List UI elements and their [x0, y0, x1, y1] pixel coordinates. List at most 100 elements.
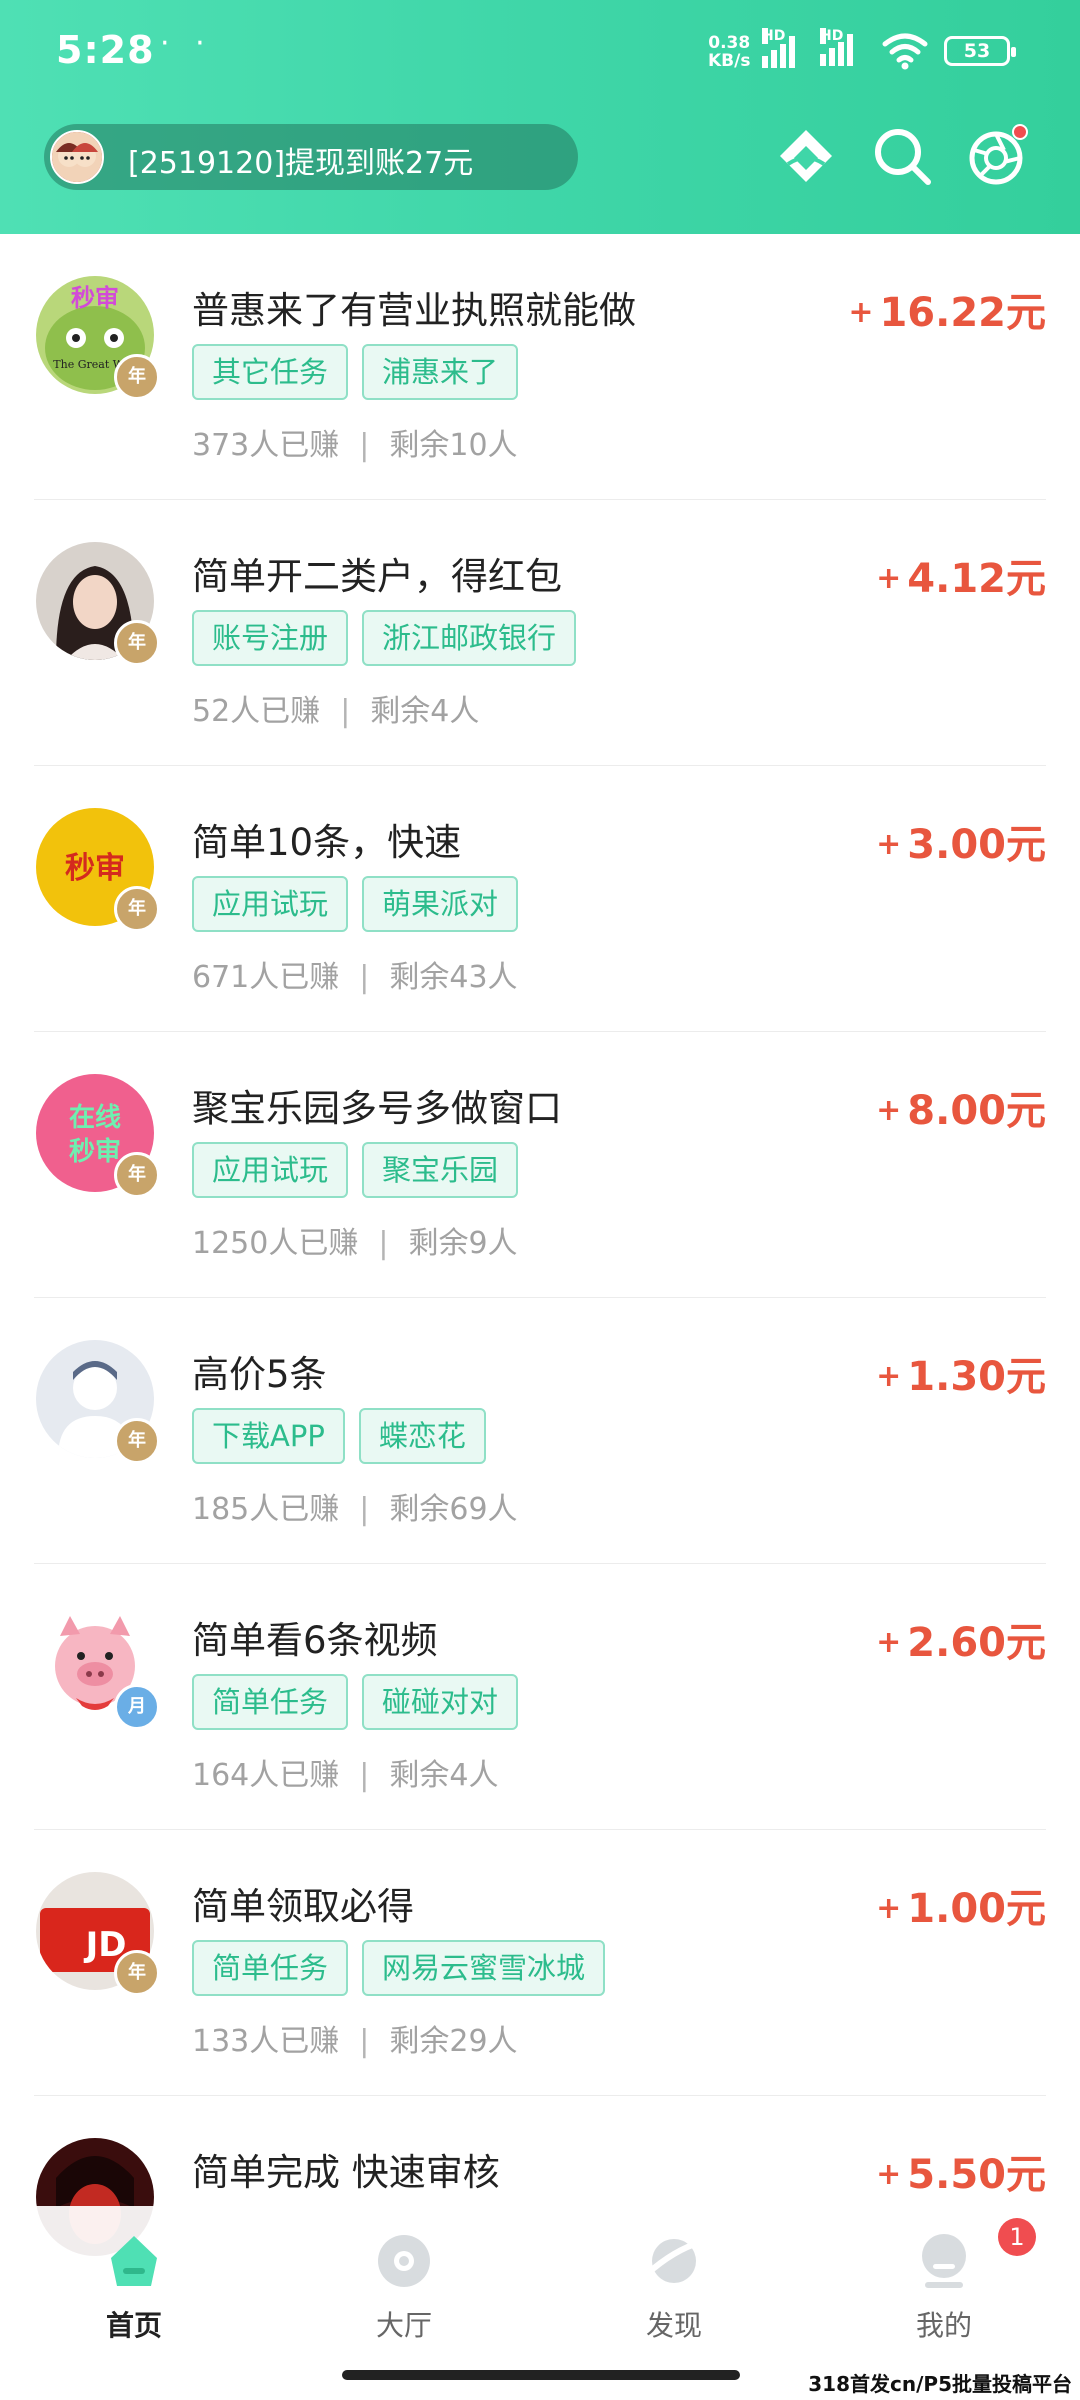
reward-amount: 8.00元	[907, 1088, 1046, 1134]
task-remaining-count: 剩余43人	[389, 960, 518, 995]
task-title: 简单10条，快速	[192, 821, 462, 864]
svg-text:秒审: 秒审	[69, 1136, 121, 1167]
stats-separator: |	[359, 428, 370, 463]
task-row[interactable]: 年 简单开二类户，得红包 +4.12元 账号注册 浙江邮政银行 52人已赚 | 剩余4…	[34, 500, 1046, 766]
nav-hall-label: 大厅	[375, 2309, 432, 2342]
settings-lens-icon[interactable]	[964, 124, 1028, 188]
stats-separator: |	[359, 1492, 370, 1527]
nav-home-label: 首页	[105, 2309, 162, 2342]
task-reward: +4.12元	[876, 546, 1046, 604]
year-badge: 年	[114, 1418, 160, 1464]
reward-plus: +	[876, 561, 902, 596]
task-remaining-count: 剩余9人	[408, 1226, 518, 1261]
search-icon[interactable]	[870, 124, 934, 188]
task-row[interactable]: 月 简单看6条视频 +2.60元 简单任务 碰碰对对 164人已赚 | 剩余4人	[34, 1564, 1046, 1830]
task-tag-category: 应用试玩	[192, 876, 349, 932]
stats-separator: |	[359, 2024, 370, 2059]
task-reward: +8.00元	[876, 1078, 1046, 1136]
task-tag-category: 简单任务	[192, 1674, 349, 1730]
task-tags: 简单任务 网易云蜜雪冰城	[192, 1940, 619, 1996]
task-tag-project: 蝶恋花	[358, 1408, 486, 1464]
battery-indicator: 53	[944, 36, 1016, 66]
reward-amount: 3.00元	[907, 822, 1046, 868]
task-list: 秒审 The Great Wall 年 普惠来了有营业执照就能做 +16.22元…	[0, 234, 1080, 2362]
task-tags: 简单任务 碰碰对对	[192, 1674, 532, 1730]
task-stats: 671人已赚 | 剩余43人	[192, 952, 518, 996]
task-earned-count: 164人已赚	[192, 1758, 340, 1793]
stats-separator: |	[340, 694, 351, 729]
year-badge: 年	[114, 1152, 160, 1198]
task-title: 简单领取必得	[192, 1885, 414, 1928]
task-row[interactable]: JD 年 简单领取必得 +1.00元 简单任务 网易云蜜雪冰城 133人已赚 | 剩余…	[34, 1830, 1046, 2096]
couple-avatar-icon	[52, 132, 102, 182]
year-badge: 年	[114, 886, 160, 932]
stats-separator: |	[359, 960, 370, 995]
task-remaining-count: 剩余69人	[389, 1492, 518, 1527]
network-speed: 0.38 KB/s	[708, 34, 750, 70]
task-tag-project: 浦惠来了	[362, 344, 519, 400]
profile-icon	[922, 2234, 966, 2288]
reward-plus: +	[876, 1359, 902, 1394]
notice-text: [2519120]提现到账27元	[128, 146, 474, 181]
task-tags: 应用试玩 萌果派对	[192, 876, 532, 932]
nav-discover[interactable]: 发现	[584, 2230, 764, 2344]
avatar-label: 秒审	[71, 284, 119, 312]
reward-amount: 2.60元	[907, 1620, 1046, 1666]
task-title: 简单完成 快速审核	[192, 2151, 500, 2194]
withdraw-notice-banner[interactable]: [2519120]提现到账27元	[44, 124, 578, 190]
reward-amount: 16.22元	[879, 290, 1046, 336]
reward-amount: 1.00元	[907, 1886, 1046, 1932]
task-tag-project: 萌果派对	[362, 876, 519, 932]
task-title: 聚宝乐园多号多做窗口	[192, 1087, 562, 1130]
hall-disc-icon	[378, 2235, 430, 2287]
task-tags: 下载APP 蝶恋花	[192, 1408, 500, 1464]
task-earned-count: 133人已赚	[192, 2024, 340, 2059]
task-tag-category: 应用试玩	[192, 1142, 349, 1198]
task-tag-project: 碰碰对对	[362, 1674, 519, 1730]
network-speed-value: 0.38	[708, 33, 751, 53]
task-reward: +1.00元	[876, 1876, 1046, 1934]
task-remaining-count: 剩余4人	[370, 694, 480, 729]
reward-amount: 4.12元	[907, 556, 1046, 602]
year-badge: 年	[114, 1950, 160, 1996]
reward-plus: +	[876, 1625, 902, 1660]
task-stats: 1250人已赚 | 剩余9人	[192, 1218, 518, 1262]
reward-plus: +	[848, 295, 874, 330]
stats-separator: |	[359, 1758, 370, 1793]
reward-plus: +	[876, 1891, 902, 1926]
task-stats: 133人已赚 | 剩余29人	[192, 2016, 518, 2060]
hd-label-1: HD	[762, 28, 786, 44]
task-remaining-count: 剩余29人	[389, 2024, 518, 2059]
watermark-text: 318首发cn/P5批量投稿平台	[804, 2366, 1076, 2399]
task-row[interactable]: 年 高价5条 +1.30元 下载APP 蝶恋花 185人已赚 | 剩余69人	[34, 1298, 1046, 1564]
home-indicator[interactable]	[342, 2370, 740, 2380]
task-tag-category: 其它任务	[192, 344, 349, 400]
task-row[interactable]: 秒审 年 简单10条，快速 +3.00元 应用试玩 萌果派对 671人已赚 | 剩余4…	[34, 766, 1046, 1032]
task-remaining-count: 剩余10人	[389, 428, 518, 463]
task-row[interactable]: 在线 秒审 年 聚宝乐园多号多做窗口 +8.00元 应用试玩 聚宝乐园 1250人…	[34, 1032, 1046, 1298]
task-reward: +5.50元	[876, 2142, 1046, 2200]
reward-plus: +	[876, 827, 902, 862]
task-earned-count: 1250人已赚	[192, 1226, 359, 1261]
task-stats: 164人已赚 | 剩余4人	[192, 1750, 498, 1794]
app-logo-icon[interactable]	[774, 124, 838, 188]
nav-hall[interactable]: 大厅	[314, 2230, 494, 2344]
reward-plus: +	[876, 1093, 902, 1128]
task-reward: +3.00元	[876, 812, 1046, 870]
stats-separator: |	[378, 1226, 389, 1261]
task-tag-project: 浙江邮政银行	[362, 610, 577, 666]
planet-icon	[644, 2239, 704, 2283]
reward-amount: 5.50元	[907, 2152, 1046, 2198]
task-tag-category: 账号注册	[192, 610, 349, 666]
task-stats: 185人已赚 | 剩余69人	[192, 1484, 518, 1528]
nav-home[interactable]: 首页	[44, 2230, 224, 2344]
notice-avatar	[50, 130, 104, 184]
reward-amount: 1.30元	[907, 1354, 1046, 1400]
status-bar: 5:28 · · 0.38 KB/s HD HD 53	[0, 0, 1080, 104]
nav-mine-label: 我的	[915, 2309, 972, 2342]
task-remaining-count: 剩余4人	[389, 1758, 499, 1793]
task-tags: 应用试玩 聚宝乐园	[192, 1142, 532, 1198]
task-row[interactable]: 秒审 The Great Wall 年 普惠来了有营业执照就能做 +16.22元…	[34, 234, 1046, 500]
task-stats: 373人已赚 | 剩余10人	[192, 420, 518, 464]
task-tag-project: 网易云蜜雪冰城	[362, 1940, 606, 1996]
